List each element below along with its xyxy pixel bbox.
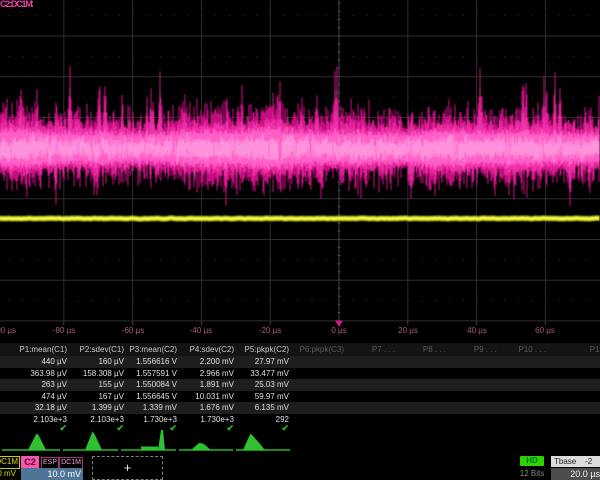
- svg-text:-60 µs: -60 µs: [122, 326, 144, 335]
- svg-text:-40 µs: -40 µs: [190, 326, 212, 335]
- svg-text:60 µs: 60 µs: [535, 326, 555, 335]
- svg-text:0 µs: 0 µs: [331, 326, 346, 335]
- svg-text:40 µs: 40 µs: [467, 326, 487, 335]
- svg-text:00 µs: 00 µs: [0, 326, 16, 335]
- svg-text:-20 µs: -20 µs: [259, 326, 281, 335]
- svg-text:-80 µs: -80 µs: [53, 326, 75, 335]
- svg-text:20 µs: 20 µs: [398, 326, 418, 335]
